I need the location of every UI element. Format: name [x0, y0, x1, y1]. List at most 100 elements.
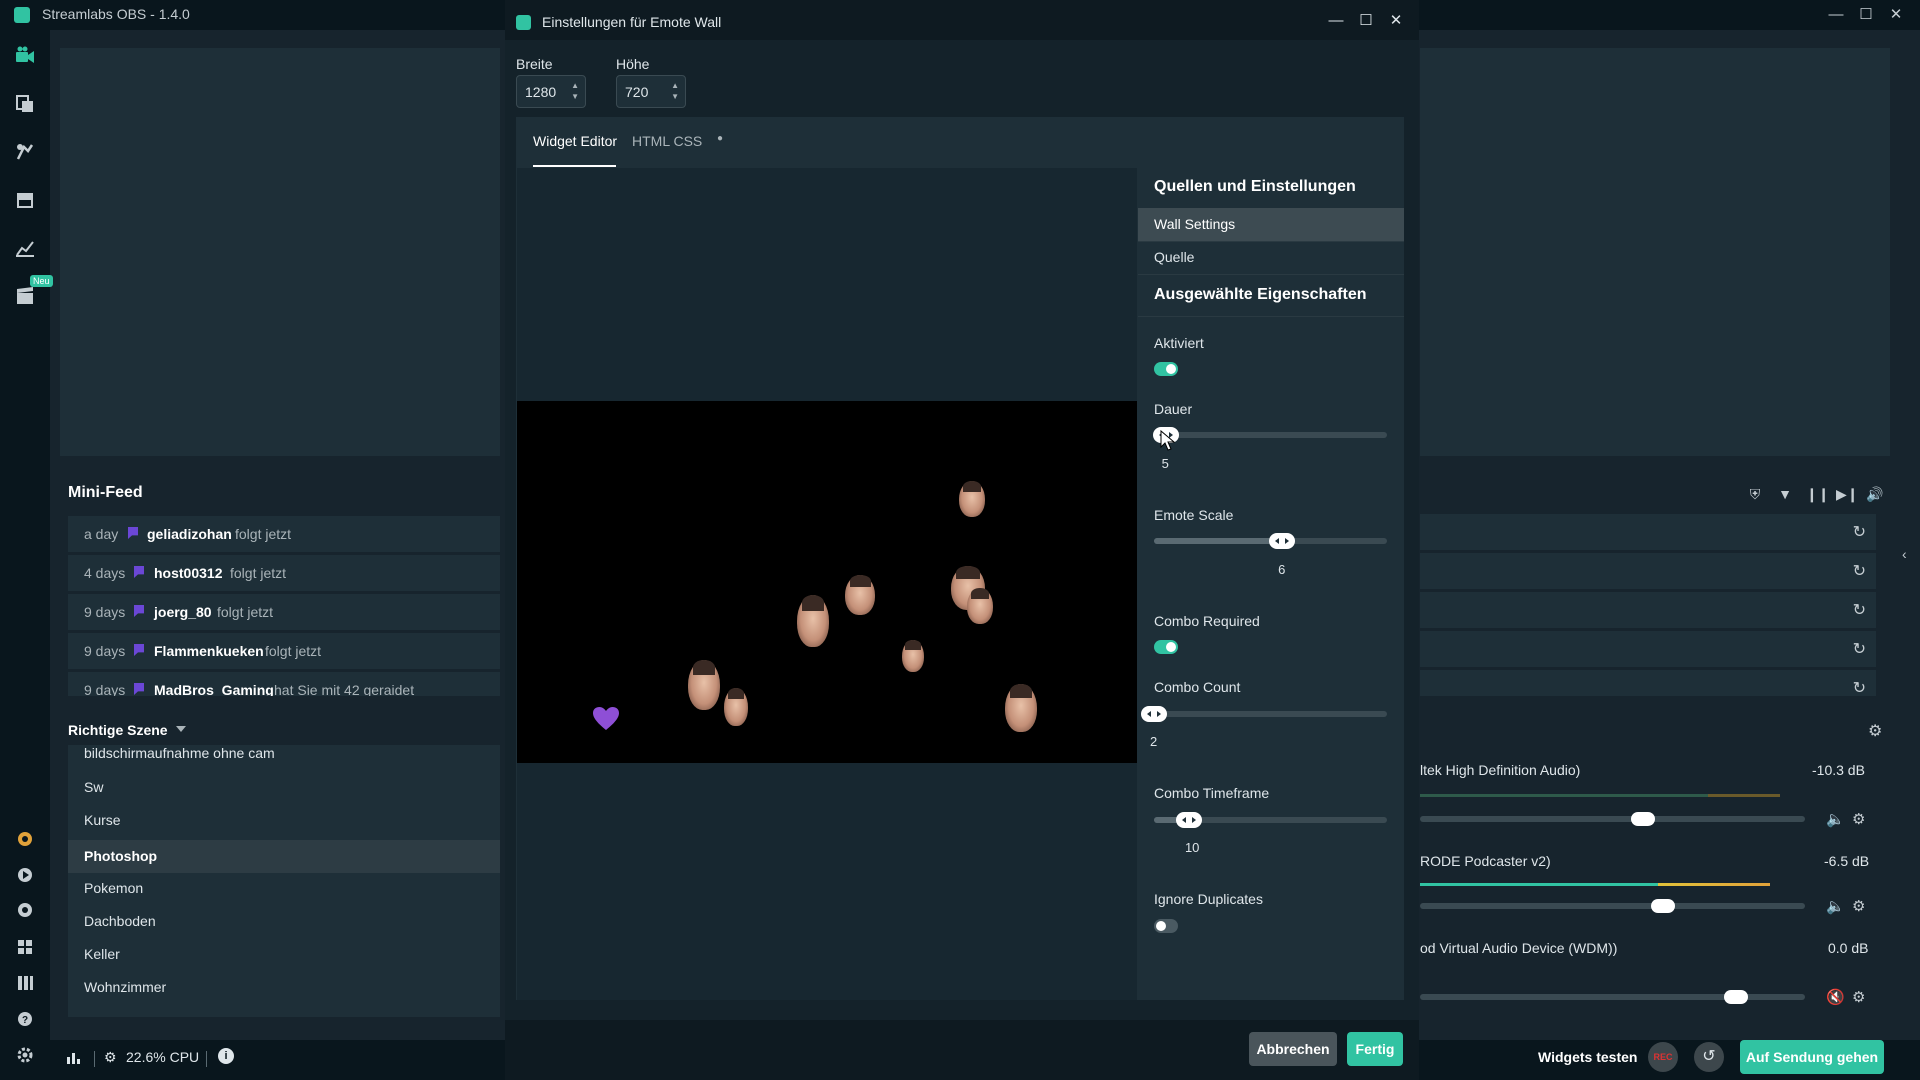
minimize-icon[interactable]: — [1322, 10, 1350, 32]
replay-icon[interactable]: ↻ [1853, 561, 1866, 581]
store-icon[interactable] [14, 189, 36, 211]
replay-icon[interactable]: ↻ [1853, 600, 1866, 620]
spinner-arrows-icon[interactable]: ▲ ▼ [671, 80, 679, 102]
chevron-down-icon[interactable] [176, 726, 186, 732]
volume-slider-thumb[interactable] [1650, 899, 1675, 913]
combo-required-toggle[interactable] [1154, 640, 1178, 654]
minimize-icon[interactable]: — [1822, 4, 1850, 26]
feed-item[interactable]: 9 days Flammenkueken folgt jetzt [68, 633, 500, 669]
widgets-test-button[interactable]: Widgets testen [1538, 1049, 1637, 1065]
mute-icon[interactable]: 🔈 [1826, 897, 1845, 915]
volume-slider[interactable] [1420, 903, 1805, 909]
scene-item[interactable]: Pokemon [84, 880, 143, 896]
muted-icon[interactable]: 🔇 [1826, 988, 1845, 1006]
cpu-usage: 22.6% CPU [126, 1049, 200, 1065]
volume-icon[interactable]: 🔊 [1866, 486, 1884, 504]
collapse-chevron-icon[interactable]: ‹ [1902, 546, 1907, 562]
emote-scale-slider-thumb[interactable] [1269, 533, 1296, 549]
combo-count-slider[interactable] [1154, 711, 1387, 717]
play-circle-icon[interactable] [14, 864, 36, 886]
replay-icon[interactable]: ↻ [1853, 522, 1866, 542]
pause-icon[interactable]: ❙❙ [1806, 486, 1829, 504]
filter-icon[interactable]: ▼ [1776, 486, 1794, 504]
scene-collections-icon[interactable] [14, 93, 36, 115]
feed-item[interactable]: 4 days host00312 folgt jetzt [68, 555, 500, 591]
aktiviert-toggle[interactable] [1154, 362, 1178, 376]
settings-gear-icon[interactable] [14, 1044, 36, 1066]
scene-collection-selector[interactable]: Richtige Szene [68, 722, 168, 738]
maximize-icon[interactable]: ☐ [1352, 10, 1380, 32]
combo-count-slider-thumb[interactable] [1141, 706, 1167, 722]
source-gear-icon[interactable]: ⚙ [1852, 897, 1865, 915]
replay-icon[interactable]: ↻ [1853, 678, 1866, 698]
layout-columns-icon[interactable] [14, 972, 36, 994]
themes-icon[interactable] [14, 141, 36, 163]
scene-item[interactable]: Sw [84, 779, 103, 795]
menu-item-quelle[interactable]: Quelle [1154, 249, 1194, 265]
width-value: 1280 [525, 84, 557, 100]
volume-slider-thumb[interactable] [1723, 990, 1748, 1004]
mixer-settings-gear-icon[interactable]: ⚙ [1868, 721, 1882, 741]
alert-row: ↻ [1420, 670, 1876, 698]
dashboard-chart-icon[interactable] [14, 237, 36, 259]
scene-item[interactable]: bildschirmaufnahme ohne cam [84, 745, 275, 761]
record-button[interactable]: REC [1648, 1042, 1678, 1072]
height-label: Höhe [616, 56, 650, 72]
volume-slider[interactable] [1420, 816, 1805, 822]
feed-item[interactable]: 9 days joerg_80 folgt jetzt [68, 594, 500, 630]
stream-preview [60, 48, 500, 456]
dauer-slider[interactable] [1154, 432, 1387, 438]
mute-icon[interactable]: 🔈 [1826, 810, 1845, 828]
prime-icon[interactable] [14, 828, 36, 850]
feed-action: folgt jetzt [265, 643, 322, 659]
divider [1138, 274, 1404, 275]
mixer-source-db: -6.5 dB [1824, 853, 1870, 869]
scene-item[interactable]: Keller [84, 946, 120, 962]
chat-bubble-icon[interactable] [14, 900, 36, 922]
close-icon[interactable]: ✕ [1382, 10, 1410, 32]
source-gear-icon[interactable]: ⚙ [1852, 988, 1865, 1006]
go-live-button[interactable]: Auf Sendung gehen [1740, 1040, 1884, 1074]
editor-camera-icon[interactable] [14, 45, 36, 67]
divider [1138, 241, 1404, 242]
cancel-button[interactable]: Abbrechen [1249, 1032, 1337, 1066]
replay-icon[interactable]: ↻ [1853, 639, 1866, 659]
feed-item[interactable]: 9 days MadBros_Gaming hat Sie mit 42 ger… [68, 672, 500, 696]
tab-html-css[interactable]: HTML CSS [632, 133, 702, 149]
performance-bars-icon[interactable] [66, 1049, 82, 1068]
spinner-arrows-icon[interactable]: ▲ ▼ [571, 80, 579, 102]
tab-widget-editor[interactable]: Widget Editor [533, 133, 617, 149]
skip-icon[interactable]: ▶❙ [1836, 486, 1859, 504]
info-icon[interactable]: i [218, 1048, 234, 1064]
apps-grid-icon[interactable] [14, 936, 36, 958]
shield-icon[interactable]: ⛨ [1746, 486, 1764, 504]
volume-meter [1420, 794, 1780, 797]
feed-item[interactable]: a day geliadizohan folgt jetzt [68, 516, 500, 552]
help-icon[interactable]: ? [14, 1008, 36, 1030]
combo-timeframe-value: 10 [1184, 840, 1200, 855]
height-input[interactable]: 720 ▲ ▼ [616, 75, 686, 108]
ignore-duplicates-toggle[interactable] [1154, 919, 1178, 933]
emote-image [845, 575, 875, 615]
replay-buffer-icon[interactable]: ↺ [1694, 1042, 1724, 1072]
maximize-icon[interactable]: ☐ [1852, 4, 1880, 26]
volume-slider-thumb[interactable] [1631, 812, 1656, 826]
active-tab-indicator [533, 165, 616, 167]
combo-count-label: Combo Count [1154, 679, 1241, 695]
scene-item[interactable]: Dachboden [84, 913, 156, 929]
emote-image [688, 660, 720, 710]
studio-clapper-icon[interactable] [14, 285, 36, 307]
twitch-icon [134, 566, 144, 578]
scene-item[interactable]: Wohnzimmer [84, 979, 166, 995]
width-input[interactable]: 1280 ▲ ▼ [516, 75, 586, 108]
done-button[interactable]: Fertig [1347, 1032, 1403, 1066]
close-icon[interactable]: ✕ [1882, 4, 1910, 26]
mixer-source-db: -10.3 dB [1812, 762, 1865, 778]
feed-time: 4 days [84, 565, 126, 581]
combo-timeframe-slider-thumb[interactable] [1175, 812, 1202, 828]
scene-item-selected[interactable]: Photoshop [68, 840, 500, 873]
scene-item[interactable]: Kurse [84, 812, 121, 828]
divider [94, 1051, 95, 1067]
source-gear-icon[interactable]: ⚙ [1852, 810, 1865, 828]
feed-action: folgt jetzt [230, 565, 287, 581]
